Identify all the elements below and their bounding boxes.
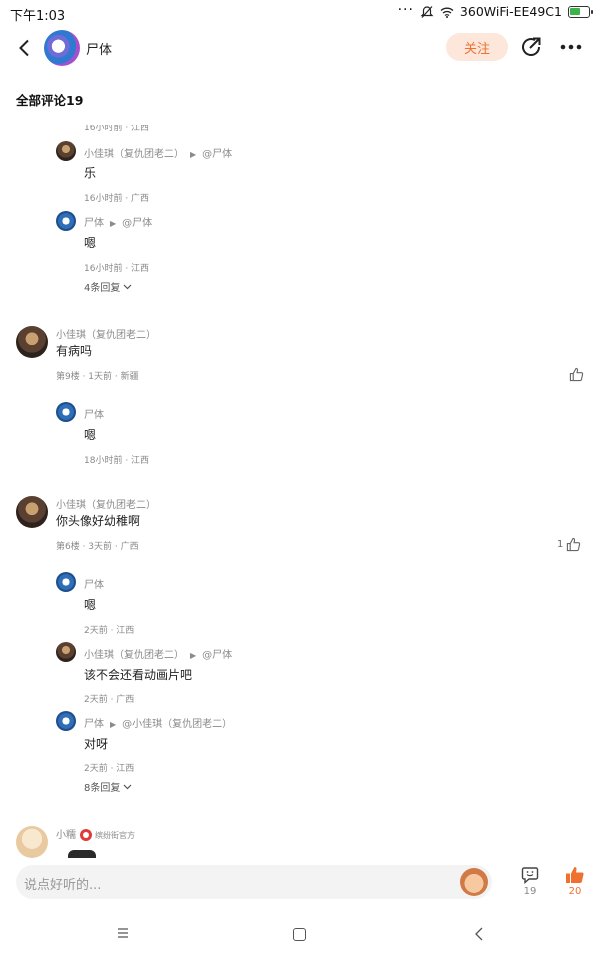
- chevron-down-icon: [123, 784, 132, 789]
- chevron-down-icon: [123, 284, 132, 289]
- thumbs-up-icon: [569, 367, 584, 382]
- reply-text: 乐: [84, 166, 97, 180]
- thumbs-up-icon: [567, 537, 581, 552]
- home-button[interactable]: [293, 928, 306, 941]
- back-arrow-icon: [19, 39, 29, 57]
- battery-charging-icon: [568, 5, 593, 18]
- more-dots-icon: ···: [397, 1, 414, 18]
- comment-avatar[interactable]: [16, 496, 48, 528]
- emoji-button[interactable]: [460, 868, 488, 896]
- reply-arrow-icon: ▶: [110, 219, 117, 228]
- reply-avatar[interactable]: [56, 572, 76, 592]
- header-username[interactable]: 尸体: [86, 39, 112, 58]
- back-button[interactable]: [12, 34, 36, 62]
- reply-username[interactable]: 尸体 ▶ @小佳琪（复仇团老二）: [84, 715, 232, 730]
- reply-text: 嗯: [84, 236, 97, 250]
- comment-meta: 第9楼 · 1天前 · 新疆: [56, 372, 139, 382]
- reply-avatar[interactable]: [56, 211, 76, 231]
- expand-replies-label: 4条回复: [84, 283, 121, 294]
- comment-like-button[interactable]: 1: [557, 537, 581, 552]
- reply-username[interactable]: 小佳琪（复仇团老二） ▶ @尸体: [84, 646, 232, 661]
- comment-username[interactable]: 小佳琪（复仇团老二）: [56, 496, 156, 511]
- reply-meta: 16小时前 · 江西: [84, 123, 150, 133]
- system-nav-bar: [0, 918, 600, 954]
- expand-replies-label: 8条回复: [84, 783, 121, 794]
- reply-meta: 2天前 · 广西: [84, 695, 135, 705]
- expand-replies-button[interactable]: 8条回复: [84, 779, 132, 794]
- menu-icon[interactable]: [116, 926, 130, 940]
- bell-off-icon: [420, 5, 434, 18]
- wifi-icon: [440, 7, 454, 18]
- comment-count: 19: [523, 886, 537, 897]
- like-button[interactable]: 20: [562, 866, 588, 904]
- user-avatar[interactable]: [44, 30, 80, 66]
- thumbs-up-filled-icon: [566, 867, 584, 883]
- comment-meta: 第6楼 · 3天前 · 广西: [56, 542, 139, 552]
- more-button[interactable]: [558, 36, 584, 58]
- reply-text: 嗯: [84, 598, 97, 612]
- comments-button[interactable]: 19: [518, 866, 542, 904]
- reply-meta: 2天前 · 江西: [84, 764, 135, 774]
- comment-image-peek: [68, 850, 96, 858]
- nav-back-icon[interactable]: [472, 926, 486, 942]
- comment-username[interactable]: 小糯 缤纷街官方: [56, 826, 135, 841]
- comments-count-title: 全部评论19: [16, 93, 84, 108]
- reply-meta: 2天前 · 江西: [84, 626, 135, 636]
- comment-input-placeholder: 说点好听的...: [24, 878, 102, 893]
- like-count: 20: [568, 886, 582, 897]
- comment-avatar[interactable]: [16, 326, 48, 358]
- official-badge-label: 缤纷街官方: [95, 831, 135, 840]
- comment-input[interactable]: 说点好听的...: [16, 865, 492, 899]
- reply-arrow-icon: ▶: [190, 150, 197, 159]
- reply-text: 嗯: [84, 428, 97, 442]
- comment-like-button[interactable]: [566, 367, 584, 382]
- comment-feed[interactable]: 16小时前 · 江西 小佳琪（复仇团老二） ▶ @尸体 乐 16小时前 · 广西 尸…: [0, 118, 600, 858]
- reply-meta: 16小时前 · 江西: [84, 264, 150, 274]
- comment-text: 有病吗: [56, 344, 93, 358]
- header: 尸体 关注: [0, 26, 600, 70]
- reply-avatar[interactable]: [56, 642, 76, 662]
- status-icons: ··· 360WiFi-EE49C1: [397, 1, 593, 19]
- expand-replies-button[interactable]: 4条回复: [84, 279, 132, 294]
- reply-text: 该不会还看动画片吧: [84, 668, 193, 682]
- reply-arrow-icon: ▶: [110, 720, 117, 729]
- reply-meta: 18小时前 · 江西: [84, 456, 150, 466]
- comment-username[interactable]: 小佳琪（复仇团老二）: [56, 326, 156, 341]
- comment-avatar[interactable]: [16, 826, 48, 858]
- more-icon: [560, 44, 582, 50]
- share-icon: [522, 37, 541, 56]
- status-bar: 下午1:03 ··· 360WiFi-EE49C1: [0, 0, 600, 26]
- comment-text: 你头像好幼稚啊: [56, 514, 141, 528]
- reply-avatar[interactable]: [56, 711, 76, 731]
- reply-meta: 16小时前 · 广西: [84, 194, 150, 204]
- follow-button[interactable]: 关注: [446, 33, 508, 61]
- reply-username[interactable]: 尸体: [84, 406, 104, 421]
- battery-level: [570, 7, 580, 15]
- reply-text: 对呀: [84, 737, 109, 751]
- comment-icon: [521, 867, 539, 884]
- comment-like-count: 1: [557, 539, 564, 550]
- official-badge-icon: [80, 829, 92, 841]
- status-time: 下午1:03: [10, 9, 66, 24]
- reply-username[interactable]: 尸体 ▶ @尸体: [84, 214, 152, 229]
- bottom-bar: 说点好听的... 19 20: [0, 858, 600, 908]
- share-button[interactable]: [519, 35, 543, 59]
- reply-username[interactable]: 尸体: [84, 576, 104, 591]
- reply-avatar[interactable]: [56, 402, 76, 422]
- reply-arrow-icon: ▶: [190, 651, 197, 660]
- reply-username[interactable]: 小佳琪（复仇团老二） ▶ @尸体: [84, 145, 232, 160]
- reply-avatar[interactable]: [56, 141, 76, 161]
- wifi-name: 360WiFi-EE49C1: [459, 4, 562, 19]
